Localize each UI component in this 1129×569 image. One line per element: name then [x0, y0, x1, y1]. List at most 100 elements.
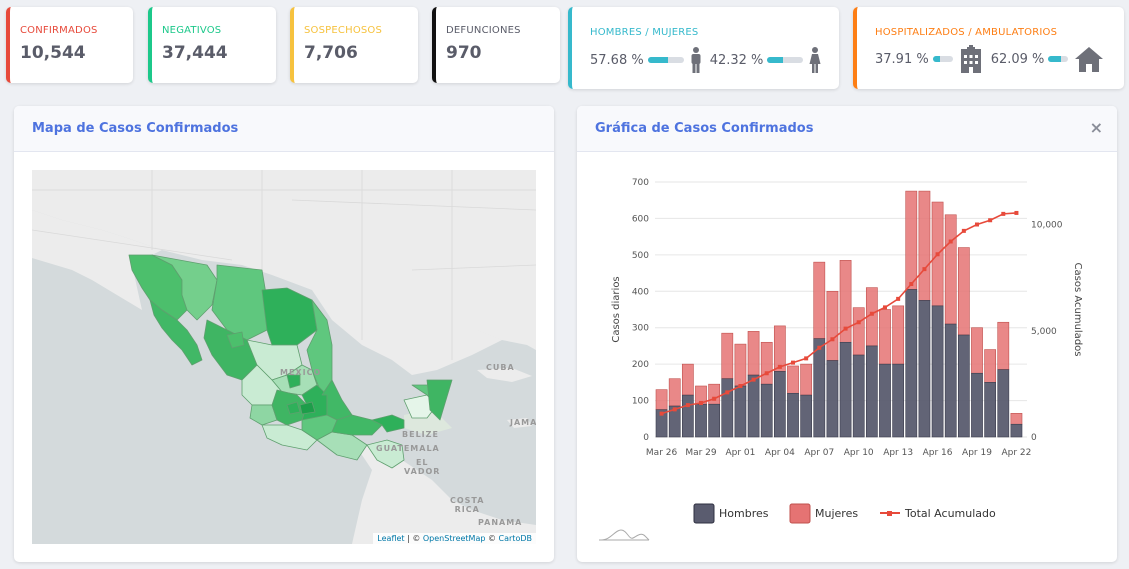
y-tick-label: 400 — [632, 287, 649, 297]
bar-hombres — [734, 385, 747, 438]
point-total-acumulado — [975, 222, 979, 227]
leaflet-link[interactable]: Leaflet — [377, 534, 404, 543]
bar-mujeres — [997, 321, 1010, 370]
gender-label: HOMBRES / MUJERES — [590, 27, 699, 38]
men-progress-fill — [647, 57, 669, 63]
bar-mujeres — [787, 365, 799, 394]
point-total-acumulado — [922, 267, 927, 272]
point-total-acumulado — [961, 228, 966, 233]
point-total-acumulado — [764, 371, 769, 376]
amb-pct: 62.09 % — [990, 51, 1045, 67]
bar-hombres — [708, 403, 721, 438]
bar-mujeres — [944, 214, 957, 325]
confirmados-value: 10,544 — [20, 43, 86, 63]
x-tick-label: Apr 13 — [883, 448, 913, 458]
point-total-acumulado — [883, 305, 887, 310]
x-tick-label: Mar 29 — [685, 448, 717, 458]
house-icon — [1072, 45, 1106, 73]
defunciones-label: DEFUNCIONES — [446, 25, 521, 36]
hosp-progress-fill — [932, 56, 941, 62]
y-tick-label: 600 — [632, 214, 649, 224]
map-panel-title: Mapa de Casos Confirmados — [32, 121, 239, 136]
point-total-acumulado — [909, 282, 914, 286]
bar-mujeres — [905, 190, 918, 290]
point-total-acumulado — [1001, 211, 1006, 216]
point-total-acumulado — [738, 384, 743, 388]
negativos-value: 37,444 — [162, 43, 228, 63]
bar-hombres — [681, 394, 694, 438]
osm-link[interactable]: OpenStreetMap — [423, 534, 486, 543]
map-attribution: Leaflet | © OpenStreetMap © CartoDB — [373, 533, 536, 544]
bar-mujeres — [721, 332, 734, 380]
map-view[interactable]: MEXICO CUBA JAMAI BELIZE GUATEMALA EL VA… — [32, 170, 536, 544]
bar-mujeres — [747, 331, 760, 376]
carto-link[interactable]: CartoDB — [499, 534, 532, 543]
bar-hombres — [997, 369, 1010, 438]
bar-mujeres — [879, 309, 891, 365]
bar-mujeres — [1010, 413, 1023, 425]
bar-mujeres — [826, 290, 839, 361]
map-label-costa-rica: COSTA RICA — [450, 496, 485, 514]
y-axis-label: Casos diarios — [611, 276, 622, 342]
close-button[interactable]: × — [1090, 118, 1103, 137]
x-tick-label: Apr 16 — [923, 448, 953, 458]
x-tick-label: Apr 10 — [844, 448, 874, 458]
bar-mujeres — [708, 383, 721, 405]
y2-axis-label: Casos Acumulados — [1072, 263, 1083, 357]
y2-tick-label: 0 — [1031, 433, 1037, 443]
gender-card: HOMBRES / MUJERES 57.68 % 42.32 % — [568, 7, 839, 89]
amb-progress-bar — [1048, 56, 1069, 62]
bar-hombres — [957, 334, 970, 438]
bar-mujeres — [668, 378, 681, 407]
y-tick-label: 0 — [643, 433, 649, 443]
point-total-acumulado — [817, 345, 822, 350]
bar-hombres — [813, 338, 826, 438]
sospechosos-value: 7,706 — [304, 43, 358, 63]
legend-swatch-hombres — [693, 503, 715, 524]
point-total-acumulado — [856, 320, 861, 325]
point-total-acumulado — [659, 411, 664, 416]
x-tick-label: Apr 04 — [765, 448, 795, 458]
point-total-acumulado — [935, 252, 940, 257]
women-progress-bar — [767, 57, 804, 63]
map-label-belize: BELIZE — [402, 430, 439, 439]
bar-hombres — [984, 382, 997, 438]
bar-hombres — [747, 374, 760, 438]
male-icon — [688, 47, 704, 73]
legend-swatch-mujeres — [789, 503, 811, 524]
hospital-label: HOSPITALIZADOS / AMBULATORIOS — [875, 27, 1058, 38]
legend-label-mujeres: Mujeres — [815, 507, 858, 520]
hosp-pct: 37.91 % — [875, 51, 929, 67]
bar-hombres — [1010, 423, 1023, 438]
point-total-acumulado — [685, 403, 690, 408]
x-tick-label: Apr 01 — [725, 448, 755, 458]
map-label-cuba: CUBA — [486, 363, 515, 372]
bar-hombres — [944, 323, 957, 438]
bar-mujeres — [892, 305, 905, 365]
attribution-sep-1: | © — [404, 534, 423, 543]
confirmed-cases-chart: 0 100 200 300 400 500 600 700 0 5,000 10,000 Mar 26… — [599, 178, 1083, 541]
bar-mujeres — [760, 341, 773, 385]
y2-tick-label: 5,000 — [1031, 327, 1057, 337]
bar-hombres — [760, 383, 773, 438]
bar-mujeres — [813, 261, 826, 339]
female-icon — [807, 47, 823, 73]
negativos-card: NEGATIVOS 37,444 — [148, 7, 276, 83]
point-total-acumulado — [791, 360, 795, 365]
amb-progress-fill — [1048, 56, 1061, 62]
legend-label-total: Total Acumulado — [904, 507, 996, 520]
bar-hombres — [839, 341, 852, 438]
defunciones-value: 970 — [446, 43, 482, 63]
women-progress-fill — [767, 57, 783, 63]
point-total-acumulado — [948, 239, 953, 244]
map-panel-header: Mapa de Casos Confirmados — [14, 106, 554, 152]
map-layer — [32, 170, 536, 544]
negativos-label: NEGATIVOS — [162, 25, 222, 36]
bar-mujeres — [681, 363, 694, 396]
bar-mujeres — [852, 307, 865, 356]
bar-hombres — [721, 378, 734, 438]
bar-mujeres — [800, 363, 813, 396]
hospital-row: 37.91 % 62.09 % — [875, 45, 1106, 73]
bar-hombres — [826, 360, 839, 438]
legend-label-hombres: Hombres — [719, 507, 769, 520]
